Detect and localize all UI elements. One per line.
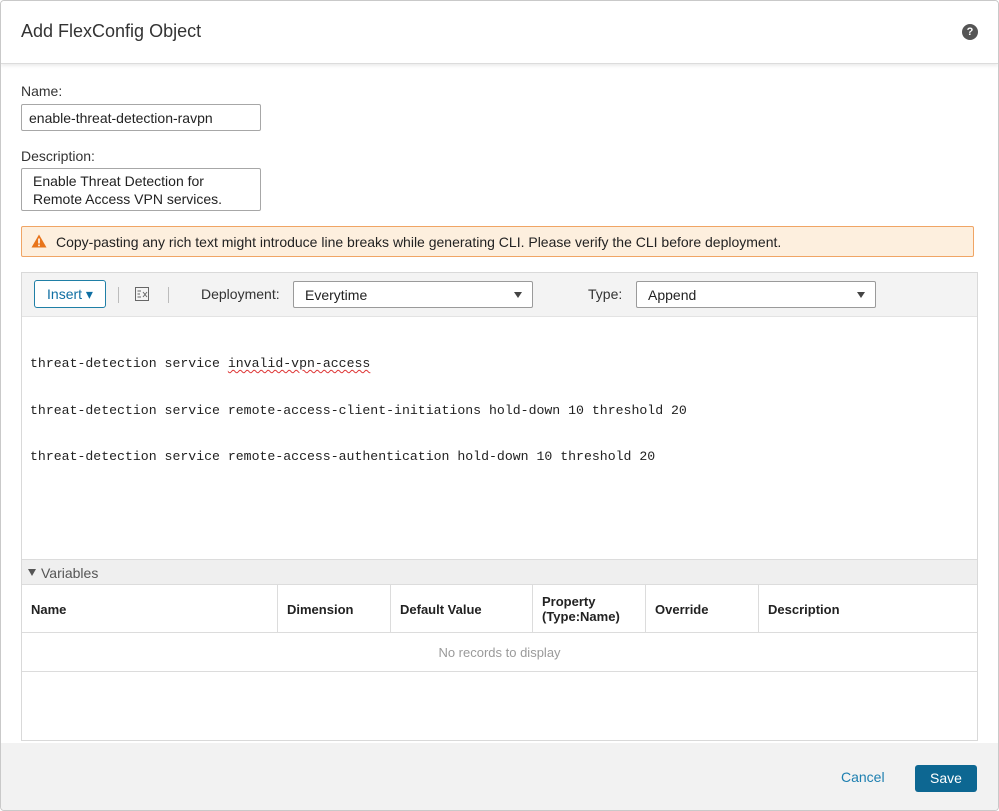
dialog-title: Add FlexConfig Object — [21, 21, 202, 41]
caret-down-icon — [28, 569, 36, 576]
dialog-footer: Cancel Save — [1, 743, 998, 810]
column-header-label: Override — [655, 601, 709, 617]
column-header-label: Property (Type:Name) — [542, 594, 620, 624]
description-label: Description: — [21, 148, 95, 164]
no-records-message: No records to display — [22, 633, 977, 672]
column-header-name[interactable]: Name — [22, 585, 278, 633]
clear-format-icon[interactable] — [135, 287, 149, 301]
description-textarea[interactable]: Enable Threat Detection for Remote Acces… — [21, 168, 261, 211]
dialog-header: Add FlexConfig Object ? — [1, 1, 998, 64]
insert-dropdown-button[interactable]: Insert ▾ — [34, 280, 106, 308]
type-label: Type: — [588, 286, 623, 302]
question-circle-icon[interactable]: ? — [962, 24, 978, 40]
variables-section-label: Variables — [41, 565, 99, 581]
cli-code-editor[interactable]: threat-detection service invalid-vpn-acc… — [30, 325, 970, 496]
column-header-label: Default Value — [400, 601, 482, 617]
editor-toolbar: Insert ▾ Deployment: Everytime Type: App… — [22, 273, 977, 317]
type-select[interactable]: Append — [636, 281, 876, 308]
rich-text-warning-banner: Copy-pasting any rich text might introdu… — [21, 226, 974, 257]
warning-message: Copy-pasting any rich text might introdu… — [56, 234, 782, 250]
column-header-label: Name — [31, 601, 67, 617]
name-input[interactable]: enable-threat-detection-ravpn — [21, 104, 261, 131]
deployment-selected-value: Everytime — [305, 287, 368, 303]
variables-section-toggle[interactable]: Variables — [22, 559, 977, 585]
save-button[interactable]: Save — [915, 765, 977, 792]
variables-table-header: Name Dimension Default Value Property (T… — [22, 585, 977, 633]
chevron-down-icon — [514, 292, 522, 298]
code-spellcheck-flag: invalid-vpn-access — [227, 356, 371, 371]
toolbar-divider — [118, 287, 119, 303]
type-selected-value: Append — [648, 287, 697, 303]
deployment-select[interactable]: Everytime — [293, 281, 533, 308]
code-line-1-prefix: threat-detection service — [30, 356, 228, 371]
column-header-label: Dimension — [287, 601, 354, 617]
deployment-label: Deployment: — [201, 286, 280, 302]
name-label: Name: — [21, 83, 63, 99]
column-header-description[interactable]: Description — [759, 585, 977, 633]
column-header-default-value[interactable]: Default Value — [391, 585, 533, 633]
column-header-property[interactable]: Property (Type:Name) — [533, 585, 646, 633]
column-header-dimension[interactable]: Dimension — [278, 585, 391, 633]
code-line-3: threat-detection service remote-access-a… — [30, 449, 656, 464]
toolbar-divider — [168, 287, 169, 303]
add-flexconfig-dialog: Add FlexConfig Object ? Name: enable-thr… — [0, 0, 999, 811]
cli-editor-panel: Insert ▾ Deployment: Everytime Type: App… — [21, 272, 978, 741]
column-header-label: Description — [768, 601, 840, 617]
warning-triangle-icon — [31, 234, 47, 248]
column-header-override[interactable]: Override — [646, 585, 759, 633]
chevron-down-icon — [857, 292, 865, 298]
cancel-button[interactable]: Cancel — [841, 769, 885, 785]
code-line-1: threat-detection service invalid-vpn-acc… — [30, 356, 970, 372]
code-line-2: threat-detection service remote-access-c… — [30, 402, 687, 418]
